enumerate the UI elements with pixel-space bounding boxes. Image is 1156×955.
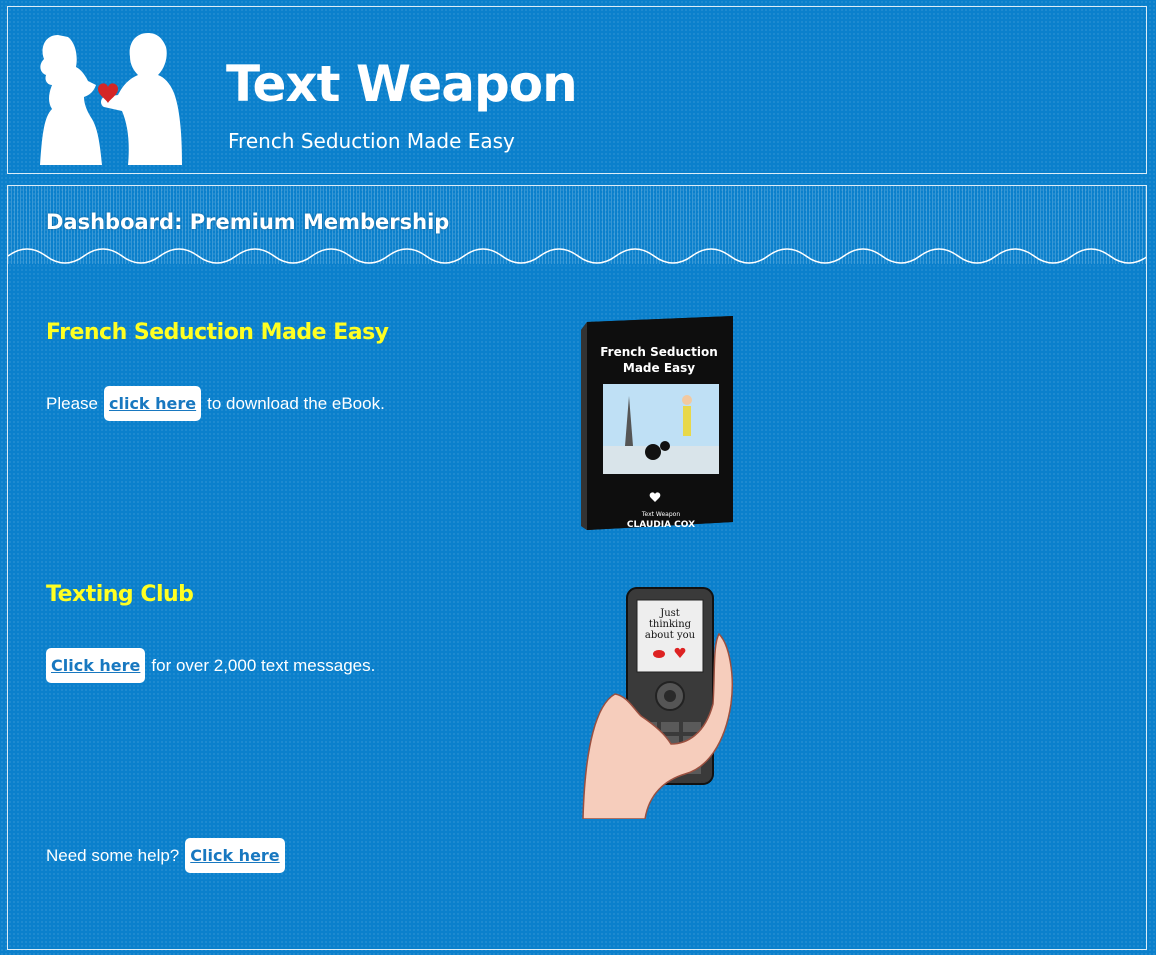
ebook-heading: French Seduction Made Easy: [46, 320, 389, 345]
ebook-download-line: Please click here to download the eBook.: [46, 386, 385, 421]
cover-title-line-2: Made Easy: [623, 361, 695, 375]
texting-club-line: Click here for over 2,000 text messages.: [46, 648, 375, 683]
cover-title-line-1: French Seduction: [600, 345, 718, 359]
couple-logo-icon: [40, 33, 182, 165]
texting-club-heading: Texting Club: [46, 582, 194, 607]
cover-author: CLAUDIA COX: [627, 520, 695, 530]
phone-text-line-3: about you: [645, 630, 696, 641]
site-title: Text Weapon: [226, 55, 578, 113]
phone-text-line-2: thinking: [649, 619, 692, 630]
site-subtitle: French Seduction Made Easy: [228, 129, 515, 153]
help-prefix-text: Need some help?: [46, 845, 180, 865]
dashboard-title: Dashboard: Premium Membership: [46, 210, 450, 234]
wave-divider-icon: [8, 248, 1146, 264]
help-button[interactable]: Click here: [185, 838, 285, 873]
ebook-suffix-text: to download the eBook.: [207, 393, 385, 413]
texting-club-suffix-text: for over 2,000 text messages.: [151, 655, 376, 675]
phone-text-line-1: Just: [659, 608, 680, 619]
site-header: Text Weapon French Seduction Made Easy: [7, 6, 1147, 174]
ebook-cover-image: French Seduction Made Easy Text Weapon C…: [581, 316, 733, 530]
download-ebook-button[interactable]: click here: [103, 386, 202, 421]
cover-brand: Text Weapon: [641, 511, 680, 518]
texting-club-button[interactable]: Click here: [46, 648, 146, 683]
ebook-prefix-text: Please: [46, 393, 98, 413]
help-line: Need some help? Click here: [46, 838, 291, 873]
dashboard-panel: Dashboard: Premium Membership French Sed…: [7, 185, 1147, 950]
phone-in-hand-image: Just thinking about you: [582, 587, 734, 819]
